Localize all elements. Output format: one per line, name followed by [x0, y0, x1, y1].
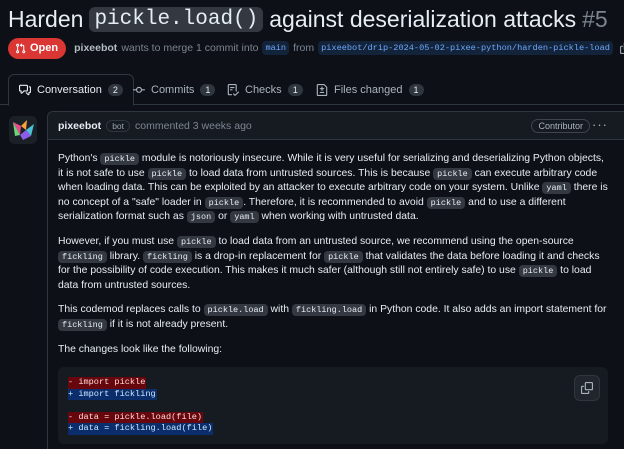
diff-line-removed: - data = pickle.load(file)	[68, 411, 204, 424]
paragraph-1: Python's pickle module is notoriously in…	[58, 152, 612, 225]
tab-commits-count: 1	[200, 83, 216, 96]
copy-branch-icon[interactable]	[619, 42, 624, 54]
comment-body: Python's pickle module is notoriously in…	[48, 140, 624, 445]
text: is a drop-in replacement for	[191, 250, 325, 262]
text: if it is not already present.	[106, 318, 229, 330]
tab-checks-count: 1	[287, 83, 303, 96]
diff-line-added: + data = fickling.load(file)	[68, 423, 214, 435]
inline-code: pickle	[518, 265, 558, 278]
inline-code: fickling.load	[291, 304, 367, 317]
pr-tabs: Conversation 2 Commits 1 Checks 1 Files …	[0, 74, 624, 106]
head-branch[interactable]: pixeebot/drip-2024-05-02-pixee-python/ha…	[318, 41, 613, 55]
diff-code-block: - import pickle + import fickling - data…	[58, 367, 608, 445]
inline-code: fickling	[58, 250, 107, 263]
text: to load data from untrusted sources. Thi…	[186, 167, 434, 179]
state-badge: Open	[8, 37, 67, 59]
text: This codemod replaces calls to	[58, 304, 204, 316]
tab-conversation[interactable]: Conversation 2	[8, 74, 134, 106]
base-branch[interactable]: main	[262, 41, 290, 55]
pr-title-prefix: Harden	[8, 5, 84, 32]
pr-author-link[interactable]: pixeebot	[74, 42, 117, 54]
tab-files-changed[interactable]: Files changed 1	[306, 74, 434, 105]
inline-code: fickling	[143, 250, 192, 263]
inline-code: pickle	[176, 235, 216, 248]
merge-text: wants to merge 1 commit into	[121, 42, 259, 54]
checklist-icon	[227, 83, 239, 96]
contributor-badge: Contributor	[531, 119, 590, 133]
comment-author[interactable]: pixeebot	[58, 120, 101, 132]
diff-line-added: + import fickling	[68, 388, 157, 401]
comment-menu-icon[interactable]: ···	[592, 117, 608, 132]
inline-code: pickle	[324, 250, 363, 263]
inline-code: fickling	[58, 318, 107, 331]
tab-files-changed-label: Files changed	[334, 83, 403, 96]
inline-code: pickle.load	[203, 304, 268, 317]
copy-code-button[interactable]	[574, 375, 600, 402]
paragraph-4: The changes look like the following:	[58, 343, 223, 355]
pr-meta: Open pixeebot wants to merge 1 commit in…	[8, 37, 624, 59]
tab-conversation-count: 2	[107, 84, 123, 96]
inline-code: yaml	[542, 182, 571, 195]
text: with	[267, 304, 292, 316]
diff-line-blank	[68, 400, 69, 412]
pr-title: Harden pickle.load() against deserializa…	[8, 2, 608, 36]
inline-code: pickle	[204, 196, 244, 209]
bot-label: bot	[106, 119, 131, 132]
inline-code: pickle	[147, 167, 187, 180]
pr-title-suffix: against deserialization attacks	[269, 5, 577, 32]
inline-code: pickle	[433, 167, 472, 180]
comment-header: pixeebot bot commented 3 weeks ago Contr…	[48, 112, 624, 140]
inline-code: yaml	[230, 211, 259, 224]
tab-checks-label: Checks	[245, 83, 282, 96]
avatar[interactable]	[9, 116, 37, 144]
text: Python's	[58, 153, 101, 164]
text: . Therefore, it is recommended to avoid	[243, 196, 427, 208]
paragraph-3: This codemod replaces calls to pickle.lo…	[58, 303, 612, 332]
tab-checks[interactable]: Checks 1	[217, 74, 313, 105]
paragraph-2: However, if you must use pickle to load …	[58, 235, 612, 293]
git-pull-request-icon	[16, 42, 26, 53]
state-label: Open	[30, 42, 59, 54]
copy-icon	[581, 382, 593, 395]
file-diff-icon	[316, 83, 328, 96]
tab-commits-label: Commits	[151, 83, 195, 96]
inline-code: pickle	[426, 196, 466, 209]
git-commit-icon	[133, 86, 145, 93]
pr-title-code: pickle.load()	[89, 6, 264, 32]
text: However, if you must use	[58, 235, 177, 247]
diff-line-removed: - import pickle	[68, 377, 147, 389]
text: library.	[106, 250, 143, 262]
text: to load data from an untrusted source, w…	[215, 235, 574, 247]
tab-conversation-label: Conversation	[37, 84, 102, 96]
comment-discussion-icon	[19, 84, 31, 96]
text: or	[215, 211, 231, 223]
tab-commits[interactable]: Commits 1	[123, 74, 225, 105]
inline-code: json	[186, 211, 216, 224]
text: in Python code. It also adds an import s…	[366, 304, 607, 316]
inline-code: pickle	[100, 153, 140, 165]
comment-time[interactable]: commented 3 weeks ago	[135, 120, 252, 132]
comment-box: pixeebot bot commented 3 weeks ago Contr…	[47, 111, 624, 449]
tab-files-changed-count: 1	[408, 83, 424, 96]
pr-number: #5	[582, 5, 608, 32]
from-text: from	[293, 42, 315, 54]
text: when working with untrusted data.	[258, 211, 419, 223]
